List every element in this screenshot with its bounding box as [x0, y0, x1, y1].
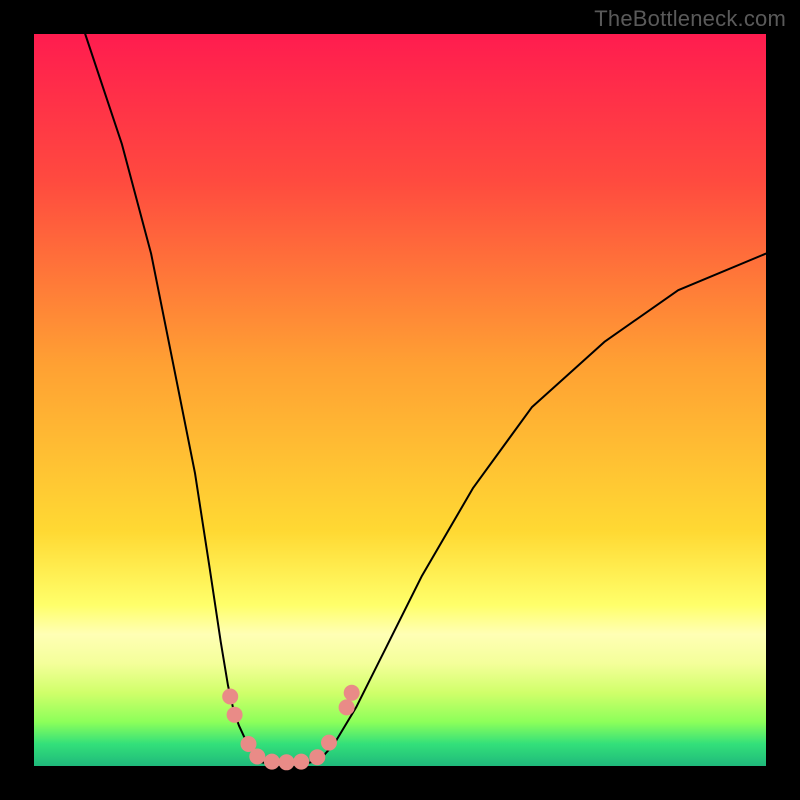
marker-dots — [222, 685, 360, 771]
marker-dot — [249, 749, 265, 765]
curve-layer — [34, 34, 766, 766]
bottleneck-curve — [85, 34, 766, 765]
marker-dot — [309, 749, 325, 765]
marker-dot — [279, 754, 295, 770]
plot-area — [34, 34, 766, 766]
marker-dot — [227, 707, 243, 723]
marker-dot — [222, 689, 238, 705]
marker-dot — [339, 699, 355, 715]
chart-frame: TheBottleneck.com — [0, 0, 800, 800]
marker-dot — [344, 685, 360, 701]
marker-dot — [264, 754, 280, 770]
marker-dot — [293, 754, 309, 770]
marker-dot — [321, 735, 337, 751]
watermark-text: TheBottleneck.com — [594, 6, 786, 32]
